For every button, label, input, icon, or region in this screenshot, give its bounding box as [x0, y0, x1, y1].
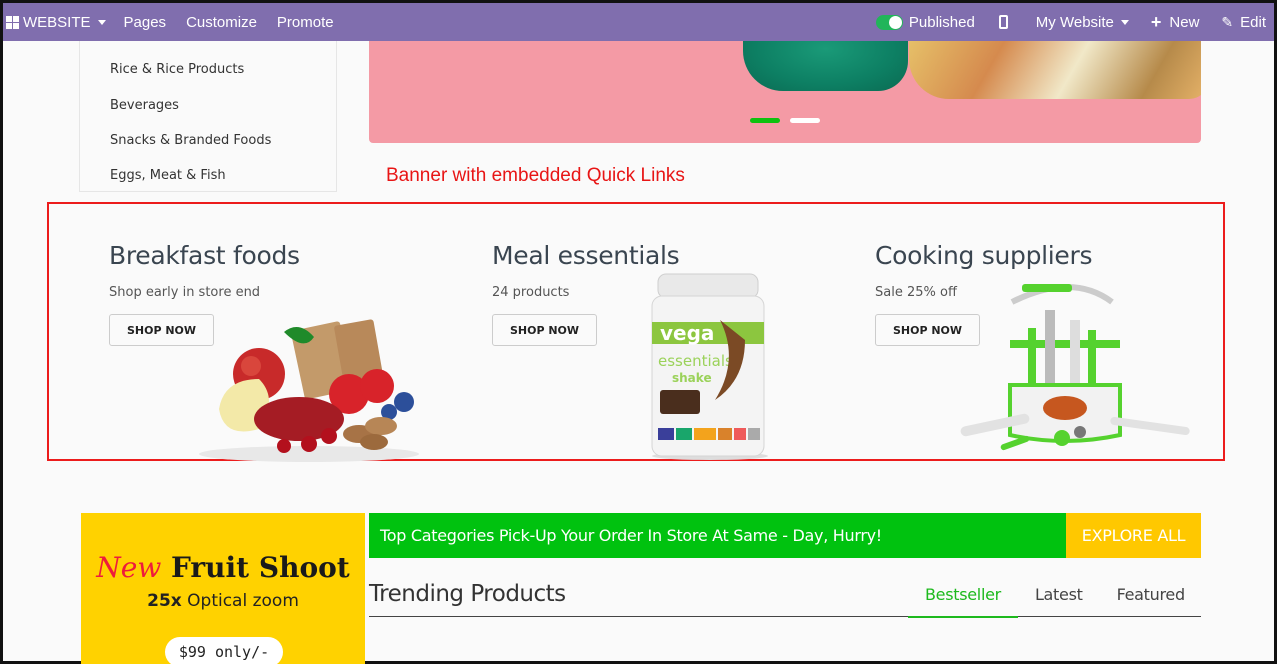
promo-title-accent: New: [96, 551, 162, 584]
website-menu-label: WEBSITE: [23, 13, 91, 31]
quick-link-title: Breakfast foods: [109, 241, 300, 270]
kitchen-utensils-image: [960, 284, 1190, 451]
category-link[interactable]: Eggs, Meat & Fish: [110, 168, 226, 183]
toggle-switch-icon: [875, 14, 903, 30]
mobile-phone-icon: [998, 15, 1008, 29]
promote-menu[interactable]: Promote: [277, 14, 334, 31]
tab-featured[interactable]: Featured: [1100, 585, 1202, 617]
quick-link-card: Meal essentials 24 products SHOP NOW veg…: [492, 204, 872, 460]
quick-link-subtitle: Shop early in store end: [109, 285, 261, 300]
new-button[interactable]: + New: [1151, 13, 1200, 31]
quick-link-subtitle: Sale 25% off: [875, 285, 957, 300]
edit-label: Edit: [1240, 13, 1266, 31]
svg-text:vega: vega: [660, 321, 714, 345]
promo-zoom-label: Optical zoom: [187, 591, 299, 611]
promo-price-button[interactable]: $99 only/-: [165, 637, 283, 664]
promo-zoom-value: 25x: [147, 591, 182, 611]
gold-bag-image: [909, 41, 1201, 99]
svg-text:shake: shake: [672, 371, 712, 385]
mobile-preview-button[interactable]: [989, 15, 1018, 29]
carousel-indicators: [750, 118, 830, 123]
promo-subtitle: 25x Optical zoom: [81, 591, 365, 611]
trending-products-title: Trending Products: [369, 581, 566, 607]
quick-links-banner: Breakfast foods Shop early in store end …: [47, 202, 1225, 462]
shop-now-button[interactable]: SHOP NOW: [492, 314, 597, 346]
quick-link-title: Meal essentials: [492, 241, 680, 270]
category-link[interactable]: Snacks & Branded Foods: [110, 133, 271, 148]
customize-menu[interactable]: Customize: [186, 14, 257, 31]
hero-carousel[interactable]: [369, 41, 1201, 143]
my-website-label: My Website: [1035, 13, 1114, 31]
carousel-dot-2[interactable]: [790, 118, 820, 123]
website-menu[interactable]: WEBSITE: [6, 14, 106, 31]
promo-title-rest: Fruit Shoot: [171, 551, 350, 584]
edit-button[interactable]: ✎ Edit: [1221, 14, 1266, 31]
category-menu: Rice & Rice Products Beverages Snacks & …: [79, 41, 337, 192]
plus-icon: +: [1150, 12, 1162, 32]
category-link[interactable]: Beverages: [110, 98, 179, 113]
website-editor-topbar: WEBSITE Pages Customize Promote Publishe…: [3, 3, 1274, 41]
annotation-label: Banner with embedded Quick Links: [386, 165, 685, 186]
breakfast-foods-image: [199, 319, 419, 462]
svg-text:essentials: essentials: [658, 352, 733, 370]
published-label: Published: [908, 13, 975, 31]
carousel-dot-1[interactable]: [750, 118, 780, 123]
caret-down-icon: [1120, 19, 1129, 25]
tab-bestseller[interactable]: Bestseller: [908, 585, 1018, 618]
green-bag-image: [743, 41, 908, 91]
vega-shake-image: vega essentials shake: [651, 273, 768, 460]
new-label: New: [1169, 13, 1200, 31]
fruit-shoot-promo[interactable]: New Fruit Shoot 25x Optical zoom $99 onl…: [81, 513, 365, 664]
my-website-dropdown[interactable]: My Website: [1036, 14, 1129, 31]
quick-link-card: Breakfast foods Shop early in store end …: [109, 204, 489, 462]
promo-title: New Fruit Shoot: [81, 551, 365, 584]
quick-link-subtitle: 24 products: [492, 285, 570, 300]
category-link[interactable]: Rice & Rice Products: [110, 62, 244, 77]
pages-menu[interactable]: Pages: [124, 14, 167, 31]
caret-down-icon: [97, 19, 106, 25]
quick-link-card: Cooking suppliers Sale 25% off SHOP NOW: [875, 204, 1225, 459]
quick-link-title: Cooking suppliers: [875, 241, 1093, 270]
top-categories-strip: Top Categories Pick-Up Your Order In Sto…: [369, 513, 1066, 558]
tab-latest[interactable]: Latest: [1018, 585, 1100, 617]
explore-all-button[interactable]: EXPLORE ALL: [1066, 513, 1201, 558]
apps-grid-icon: [6, 15, 19, 29]
published-toggle[interactable]: Published: [875, 13, 975, 31]
trending-tabs: Bestseller Latest Featured: [908, 585, 1202, 618]
pencil-icon: ✎: [1221, 13, 1234, 30]
